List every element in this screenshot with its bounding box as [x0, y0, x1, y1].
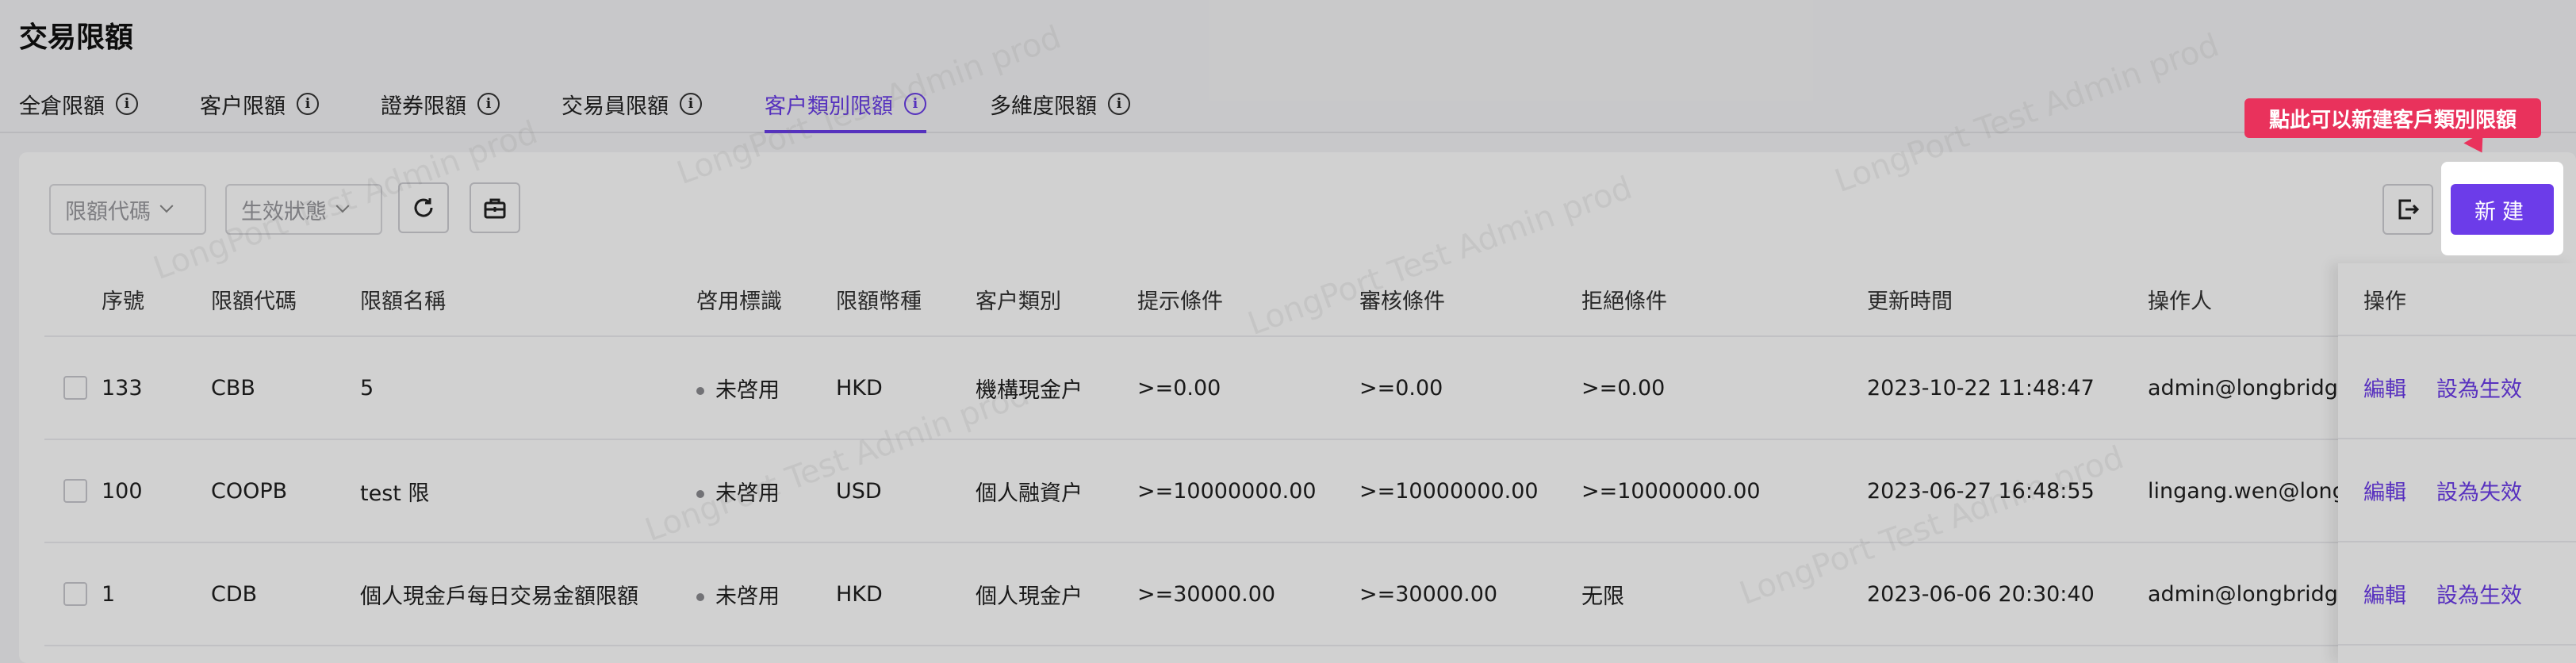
column-header: 啓用標識	[673, 263, 812, 337]
table-row[interactable]: 133 CBB 5 未啓用 HKD 機構現金户 >=0.00 >=0.00 >=…	[44, 336, 2447, 440]
cell-category: 個人現金户	[952, 542, 1114, 646]
operations-row: 編輯 設為生效	[2338, 542, 2576, 646]
column-header: 客户類別	[952, 263, 1114, 337]
export-button[interactable]	[2382, 184, 2433, 235]
column-header: 限額幣種	[812, 263, 952, 337]
limit-code-select[interactable]: 限額代碼	[49, 184, 206, 235]
export-icon	[2398, 199, 2420, 220]
cell-reject: 无限	[1558, 542, 1840, 646]
cell-name: 5	[333, 336, 673, 440]
toggle-status-link[interactable]: 設為生效	[2436, 372, 2522, 403]
cell-notice: >=10000000.00	[1114, 439, 1336, 543]
toggle-status-link[interactable]: 設為失效	[2436, 475, 2522, 506]
cell-currency: USD	[812, 439, 952, 543]
status-dot	[696, 593, 704, 601]
cell-status: 未啓用	[715, 377, 780, 403]
cell-updated: 2023-10-22 11:48:47	[1840, 336, 2122, 440]
cell-code: COOPB	[192, 439, 333, 543]
tab-label: 交易員限額	[562, 94, 669, 119]
tab-bar: 全倉限額 i 客户限額 i 證券限額 i 交易員限額 i 客户類別限額 i 多維…	[0, 76, 2576, 133]
tab-label: 客户類別限額	[765, 94, 893, 119]
tab-label: 多維度限額	[990, 94, 1097, 119]
row-checkbox[interactable]	[63, 376, 87, 400]
cell-category: 機構現金户	[952, 336, 1114, 440]
tab-full-position-limit[interactable]: 全倉限額 i	[19, 76, 138, 132]
page-title: 交易限額	[19, 21, 134, 54]
status-dot	[696, 490, 704, 498]
operations-header: 操作	[2338, 263, 2576, 336]
column-header: 審核條件	[1336, 263, 1558, 337]
info-icon[interactable]: i	[904, 93, 926, 115]
cell-notice: >=0.00	[1114, 336, 1336, 440]
refresh-icon	[414, 198, 433, 217]
tab-multi-dimension-limit[interactable]: 多維度限額 i	[990, 76, 1130, 132]
cell-review: >=10000000.00	[1336, 439, 1558, 543]
edit-link[interactable]: 編輯	[2363, 475, 2406, 506]
cell-updated: 2023-06-06 20:30:40	[1840, 542, 2122, 646]
status-dot	[696, 387, 704, 395]
table-row[interactable]: 100 COOPB test 限 未啓用 USD 個人融資户 >=1000000…	[44, 439, 2447, 543]
edit-link[interactable]: 編輯	[2363, 578, 2406, 609]
table-header-row: 序號 限額代碼 限額名稱 啓用標識 限額幣種 客户類別 提示條件 審核條件 拒絕…	[44, 263, 2447, 337]
tab-security-limit[interactable]: 證券限額 i	[381, 76, 500, 132]
cell-code: CDB	[192, 542, 333, 646]
operations-row: 編輯 設為失效	[2338, 439, 2576, 542]
info-icon[interactable]: i	[477, 93, 500, 115]
table-row[interactable]: 1 CDB 個人現金戶每日交易金額限額 未啓用 HKD 個人現金户 >=3000…	[44, 542, 2447, 646]
tab-label: 客户限額	[200, 94, 286, 119]
chevron-down-icon	[335, 199, 350, 213]
tab-label: 全倉限額	[19, 94, 105, 119]
toggle-status-link[interactable]: 設為生效	[2436, 578, 2522, 609]
edit-link[interactable]: 編輯	[2363, 372, 2406, 403]
cell-updated: 2023-06-27 16:48:55	[1840, 439, 2122, 543]
status-select[interactable]: 生效狀態	[225, 184, 382, 235]
new-button[interactable]: 新建	[2451, 184, 2554, 235]
refresh-button[interactable]	[398, 182, 449, 233]
tab-client-category-limit[interactable]: 客户類別限額 i	[765, 76, 926, 133]
row-checkbox[interactable]	[63, 582, 87, 606]
cell-notice: >=30000.00	[1114, 542, 1336, 646]
column-header: 限額名稱	[333, 263, 673, 337]
info-icon[interactable]: i	[1108, 93, 1130, 115]
guide-tooltip: 點此可以新建客戶類別限額	[2244, 98, 2541, 138]
tab-label: 證券限額	[381, 94, 466, 119]
cell-seq: 133	[98, 336, 192, 440]
select-placeholder: 生效狀態	[241, 199, 327, 224]
select-placeholder: 限額代碼	[65, 199, 151, 224]
chevron-down-icon	[159, 199, 174, 213]
toolbox-button[interactable]	[470, 182, 520, 233]
column-header: 更新時間	[1840, 263, 2122, 337]
toolbox-icon	[484, 198, 506, 219]
info-icon[interactable]: i	[297, 93, 319, 115]
column-header: 拒絕條件	[1558, 263, 1840, 337]
tab-trader-limit[interactable]: 交易員限額 i	[562, 76, 702, 132]
cell-currency: HKD	[812, 542, 952, 646]
cell-name: test 限	[333, 439, 673, 543]
cell-code: CBB	[192, 336, 333, 440]
cell-review: >=0.00	[1336, 336, 1558, 440]
row-checkbox[interactable]	[63, 479, 87, 503]
cell-name: 個人現金戶每日交易金額限額	[333, 542, 673, 646]
column-header: 提示條件	[1114, 263, 1336, 337]
column-header: 序號	[98, 263, 192, 337]
cell-status: 未啓用	[715, 481, 780, 506]
cell-reject: >=10000000.00	[1558, 439, 1840, 543]
cell-reject: >=0.00	[1558, 336, 1840, 440]
cell-category: 個人融資户	[952, 439, 1114, 543]
cell-review: >=30000.00	[1336, 542, 1558, 646]
select-all-header	[44, 263, 98, 337]
info-icon[interactable]: i	[116, 93, 138, 115]
limits-table: 序號 限額代碼 限額名稱 啓用標識 限額幣種 客户類別 提示條件 審核條件 拒絕…	[44, 263, 2447, 646]
cell-seq: 1	[98, 542, 192, 646]
tab-client-limit[interactable]: 客户限額 i	[200, 76, 319, 132]
cell-seq: 100	[98, 439, 192, 543]
cell-currency: HKD	[812, 336, 952, 440]
operations-row: 編輯 設為生效	[2338, 336, 2576, 439]
info-icon[interactable]: i	[680, 93, 702, 115]
column-header: 限額代碼	[192, 263, 333, 337]
operations-column: 操作 編輯 設為生效 編輯 設為失效 編輯 設為生效	[2338, 263, 2576, 663]
cell-status: 未啓用	[715, 584, 780, 609]
